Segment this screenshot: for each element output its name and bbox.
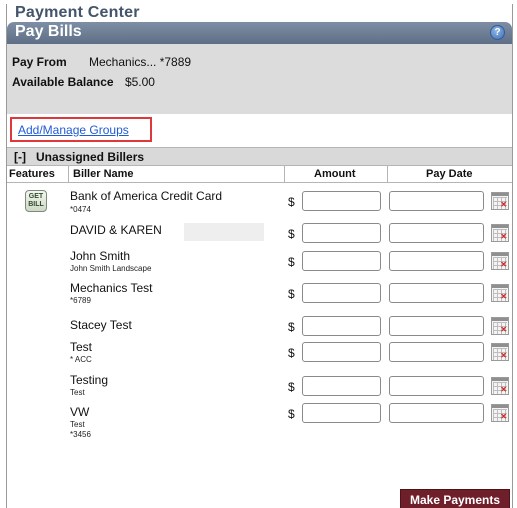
currency-symbol: $ <box>288 407 295 421</box>
pay-bills-title: Pay Bills <box>15 23 82 40</box>
calendar-icon[interactable]: ✕ <box>491 224 509 242</box>
section-name: Unassigned Billers <box>36 150 145 164</box>
balance-value: $5.00 <box>124 75 155 89</box>
pay-date-input[interactable] <box>389 376 484 396</box>
biller-name: Testing <box>70 373 109 387</box>
help-icon[interactable]: ? <box>490 25 505 40</box>
balance-row: Available Balance $5.00 <box>12 75 155 89</box>
biller-account-number: *3456 <box>70 430 91 439</box>
pay-bills-header: Pay Bills ? <box>7 22 512 44</box>
pay-date-input[interactable] <box>389 191 484 211</box>
column-headers: Features Biller Name Amount Pay Date <box>7 166 512 183</box>
amount-input[interactable] <box>302 283 381 303</box>
pay-date-input[interactable] <box>389 251 484 271</box>
biller-account: John Smith Landscape <box>70 264 152 273</box>
groups-row: Add/Manage Groups <box>7 114 512 147</box>
biller-name: John Smith <box>70 249 131 263</box>
redacted-area <box>184 223 264 241</box>
pay-date-input[interactable] <box>389 283 484 303</box>
currency-symbol: $ <box>288 287 295 301</box>
pay-date-input[interactable] <box>389 342 484 362</box>
balance-label: Available Balance <box>12 75 114 89</box>
get-bill-icon[interactable]: GET BILL <box>25 190 47 212</box>
biller-name: Mechanics Test <box>70 281 153 295</box>
calendar-icon[interactable]: ✕ <box>491 284 509 302</box>
currency-symbol: $ <box>288 380 295 394</box>
amount-column-header: Amount <box>314 168 356 180</box>
pay-from-row: Pay From Mechanics... *7889 <box>12 55 191 69</box>
pay-date-input[interactable] <box>389 223 484 243</box>
biller-name: DAVID & KAREN <box>70 223 162 237</box>
calendar-icon[interactable]: ✕ <box>491 252 509 270</box>
currency-symbol: $ <box>288 346 295 360</box>
biller-name: Stacey Test <box>70 318 132 332</box>
biller-account: Test <box>70 420 85 429</box>
currency-symbol: $ <box>288 227 295 241</box>
column-divider <box>387 166 388 183</box>
page-title: Payment Center <box>15 4 140 21</box>
biller-name: VW <box>70 405 90 419</box>
column-divider <box>68 166 69 183</box>
biller-name: Test <box>70 340 93 354</box>
amount-input[interactable] <box>302 223 381 243</box>
currency-symbol: $ <box>288 320 295 334</box>
highlight-box: Add/Manage Groups <box>10 117 152 142</box>
biller-name: Bank of America Credit Card <box>70 189 223 203</box>
pay-date-column-header: Pay Date <box>426 168 473 180</box>
unassigned-billers-header: [-] Unassigned Billers <box>7 147 512 166</box>
calendar-icon[interactable]: ✕ <box>491 343 509 361</box>
biller-account: Test <box>70 388 85 397</box>
currency-symbol: $ <box>288 255 295 269</box>
pay-from-value: Mechanics... *7889 <box>89 55 192 69</box>
biller-account: *0474 <box>70 205 91 214</box>
pay-date-input[interactable] <box>389 403 484 423</box>
amount-input[interactable] <box>302 251 381 271</box>
add-manage-groups-link[interactable]: Add/Manage Groups <box>18 123 129 137</box>
amount-input[interactable] <box>302 376 381 396</box>
column-divider <box>284 166 285 183</box>
amount-input[interactable] <box>302 191 381 211</box>
pay-date-input[interactable] <box>389 316 484 336</box>
biller-account: *6789 <box>70 296 91 305</box>
calendar-icon[interactable]: ✕ <box>491 377 509 395</box>
payment-center-panel: Payment Center Pay Bills ? Pay From Mech… <box>6 4 513 508</box>
amount-input[interactable] <box>302 342 381 362</box>
calendar-icon[interactable]: ✕ <box>491 404 509 422</box>
account-info: Pay From Mechanics... *7889 Available Ba… <box>7 44 512 114</box>
calendar-icon[interactable]: ✕ <box>491 192 509 210</box>
pay-from-label: Pay From <box>12 55 67 69</box>
collapse-toggle[interactable]: [-] <box>14 150 26 164</box>
currency-symbol: $ <box>288 195 295 209</box>
calendar-icon[interactable]: ✕ <box>491 317 509 335</box>
biller-account: * ACC <box>70 355 92 364</box>
biller-column-header: Biller Name <box>73 168 134 180</box>
features-column-header: Features <box>9 168 55 180</box>
make-payments-button[interactable]: Make Payments <box>400 489 510 508</box>
amount-input[interactable] <box>302 403 381 423</box>
amount-input[interactable] <box>302 316 381 336</box>
